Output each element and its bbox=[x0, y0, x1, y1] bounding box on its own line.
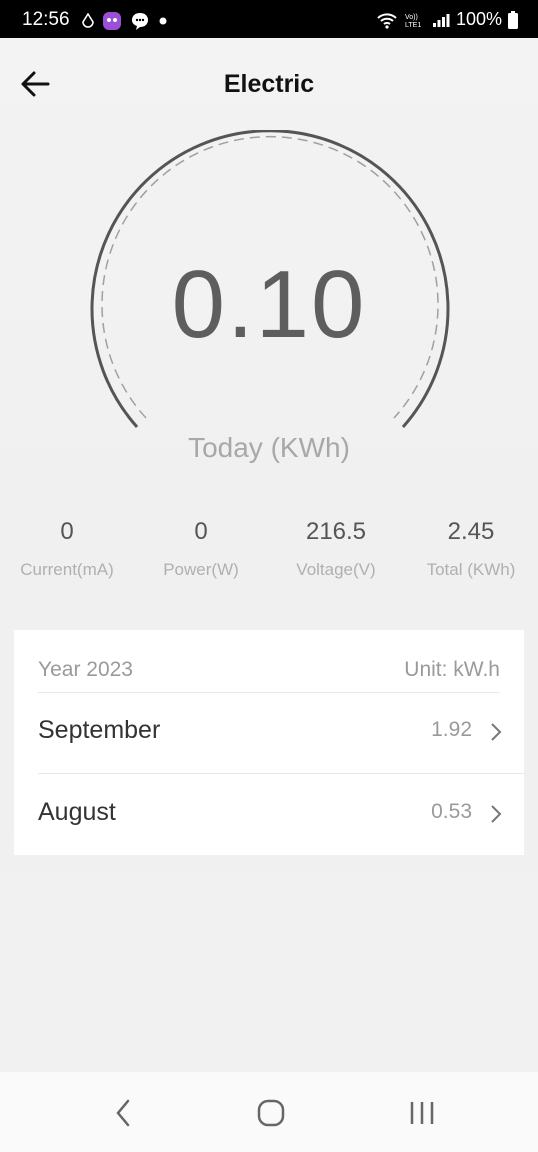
stat-label: Power(W) bbox=[163, 560, 239, 579]
volte-icon: Vo))LTE1 bbox=[405, 14, 421, 29]
month-label: August bbox=[38, 798, 116, 826]
nav-home-icon bbox=[257, 1099, 285, 1127]
stat-label: Total (KWh) bbox=[426, 560, 516, 579]
nav-back-button[interactable] bbox=[102, 1096, 142, 1130]
system-nav-bar bbox=[0, 1072, 538, 1152]
divider bbox=[38, 692, 500, 693]
history-header: Year 2023 Unit: kW.h bbox=[38, 658, 500, 692]
nav-recents-button[interactable] bbox=[402, 1096, 442, 1130]
year-label: Year 2023 bbox=[38, 658, 133, 681]
svg-text:LTE1: LTE1 bbox=[405, 22, 421, 29]
battery-icon bbox=[508, 10, 518, 29]
stat-value: 0 bbox=[60, 518, 74, 545]
history-card: Year 2023 Unit: kW.h September 1.92 Augu… bbox=[14, 630, 524, 855]
drop-icon bbox=[82, 13, 94, 28]
month-row-september[interactable]: September 1.92 bbox=[38, 702, 504, 762]
month-row-august[interactable]: August 0.53 bbox=[38, 784, 504, 844]
chevron-right-icon bbox=[491, 805, 502, 823]
chat-icon bbox=[132, 13, 148, 30]
chevron-right-icon bbox=[491, 723, 502, 741]
stat-value: 0 bbox=[194, 518, 208, 545]
status-time: 12:56 bbox=[22, 9, 70, 30]
gauge-value: 0.10 bbox=[171, 251, 367, 358]
stat-value: 2.45 bbox=[447, 518, 495, 545]
unit-label: Unit: kW.h bbox=[404, 658, 500, 681]
month-value: 0.53 bbox=[431, 800, 472, 823]
month-value: 1.92 bbox=[431, 718, 472, 741]
signal-icon bbox=[432, 13, 450, 27]
dot-icon bbox=[159, 17, 167, 25]
wifi-icon bbox=[377, 12, 397, 29]
stat-voltage: 216.5 Voltage(V) bbox=[269, 518, 403, 580]
stat-label: Voltage(V) bbox=[296, 560, 376, 579]
nav-back-icon bbox=[116, 1099, 130, 1127]
status-notification-icons bbox=[82, 11, 168, 31]
svg-text:Vo)): Vo)) bbox=[405, 14, 418, 21]
nav-home-button[interactable] bbox=[250, 1096, 290, 1130]
stat-total: 2.45 Total (KWh) bbox=[404, 518, 538, 580]
stat-current: 0 Current(mA) bbox=[0, 518, 134, 580]
stat-label: Current(mA) bbox=[20, 560, 114, 579]
battery-percent: 100% bbox=[455, 9, 502, 29]
gauge-label: Today (KWh) bbox=[188, 432, 350, 463]
nav-recents-icon bbox=[410, 1102, 434, 1124]
divider bbox=[38, 773, 524, 774]
stat-power: 0 Power(W) bbox=[134, 518, 268, 580]
month-label: September bbox=[38, 716, 161, 744]
stat-value: 216.5 bbox=[305, 518, 367, 545]
status-bar: 12:56 Vo)) LTE1 100% bbox=[0, 0, 538, 38]
page-title: Electric bbox=[223, 70, 315, 98]
status-system-icons: Vo)) LTE1 100% bbox=[376, 9, 518, 30]
app-icon bbox=[103, 12, 121, 30]
